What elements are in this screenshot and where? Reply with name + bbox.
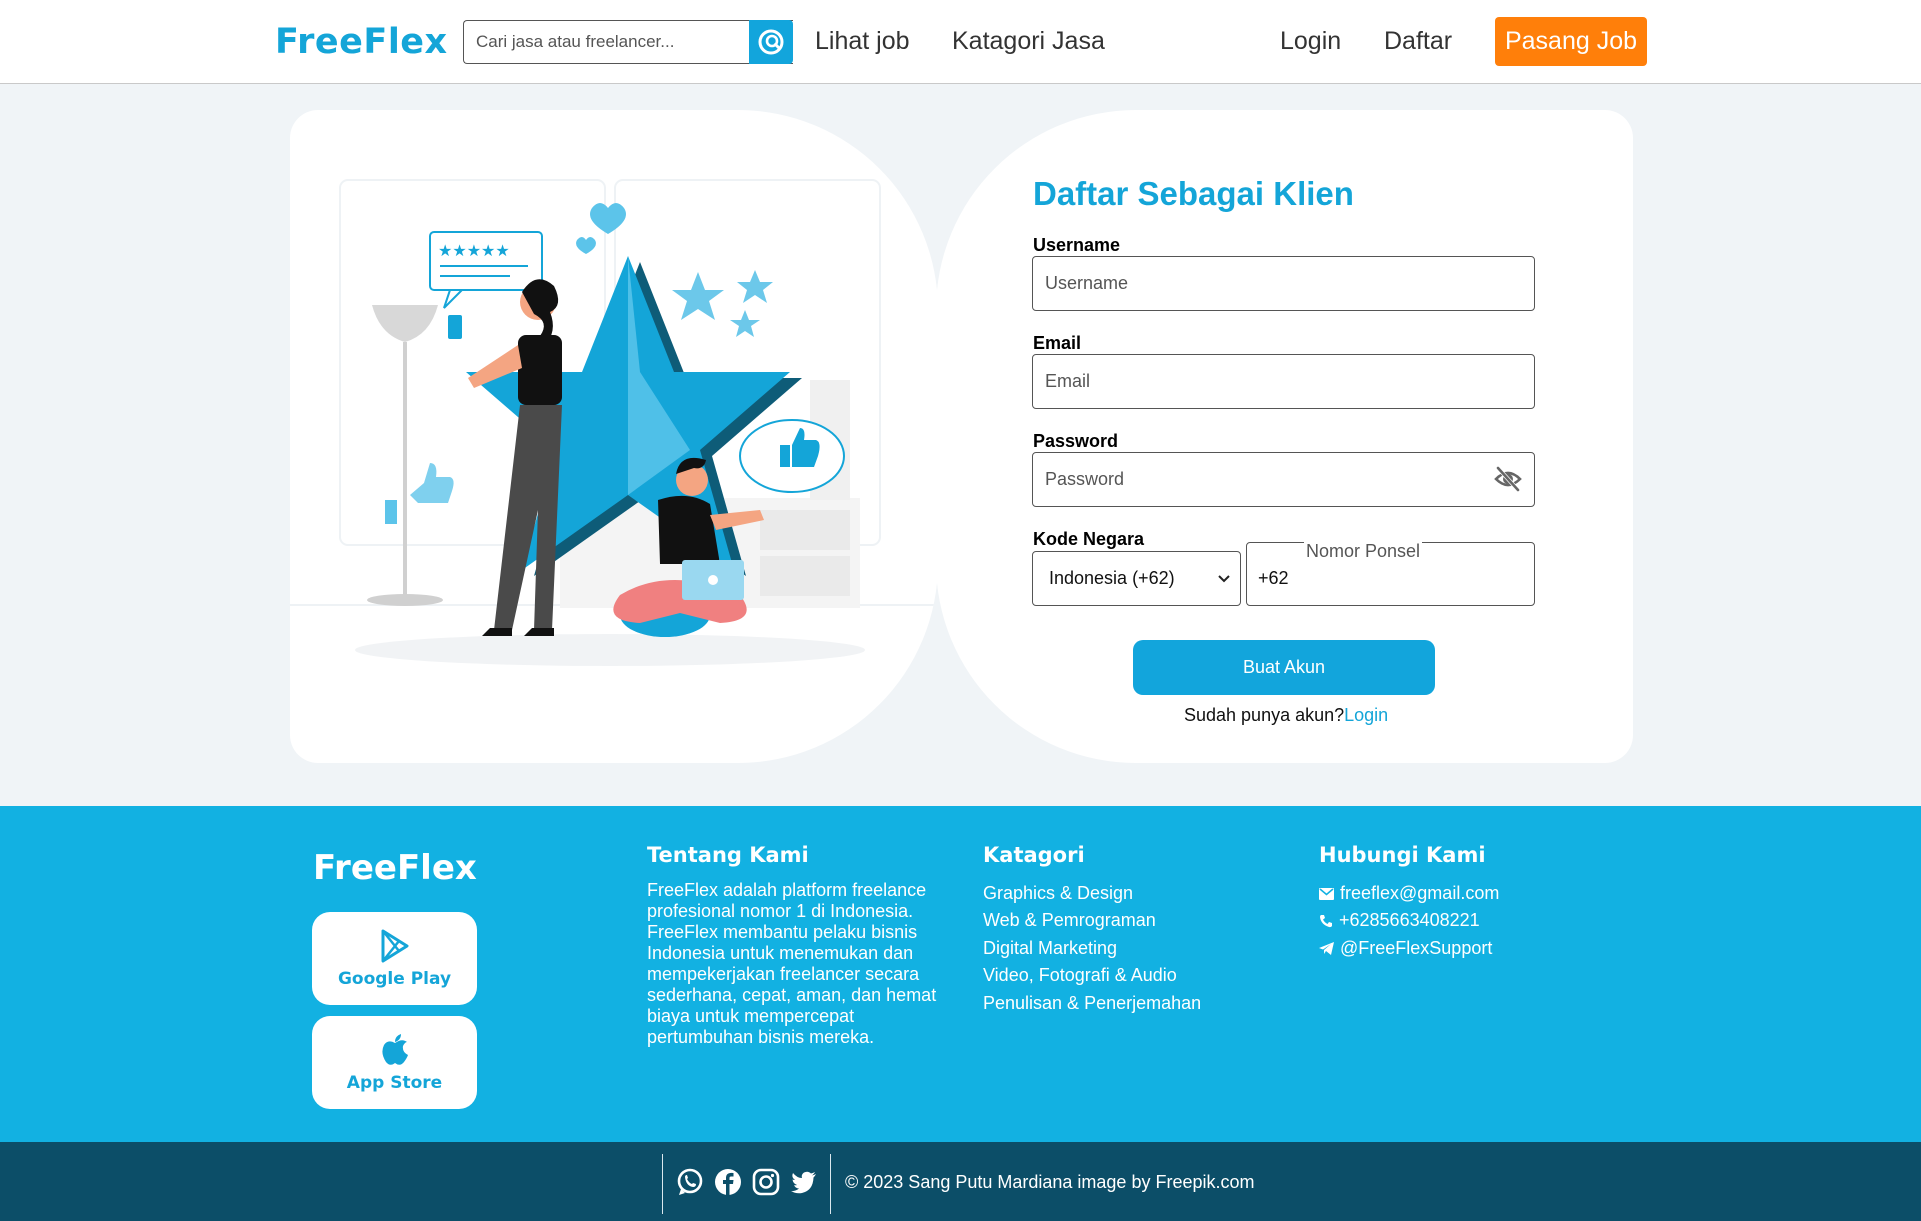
category-link[interactable]: Graphics & Design	[983, 883, 1133, 904]
post-job-button[interactable]: Pasang Job	[1495, 17, 1647, 66]
login-prompt-text: Sudah punya akun?	[1184, 705, 1345, 725]
brand-logo[interactable]: FreeFlex	[275, 22, 448, 62]
category-link[interactable]: Web & Pemrograman	[983, 910, 1156, 931]
form-title: Daftar Sebagai Klien	[1033, 175, 1354, 212]
footer: FreeFlex Google Play App Store Tentang K…	[0, 806, 1921, 1142]
search-icon	[758, 29, 784, 55]
nav-login[interactable]: Login	[1280, 27, 1341, 56]
app-store-label: App Store	[346, 1072, 443, 1093]
star-review-illustration: ★★★★★	[290, 179, 938, 666]
svg-text:★★★★★: ★★★★★	[438, 241, 510, 260]
contact-telegram-text: @FreeFlexSupport	[1340, 938, 1493, 958]
login-link[interactable]: Login	[1344, 705, 1388, 725]
username-label: Username	[1033, 235, 1121, 255]
create-account-button[interactable]: Buat Akun	[1133, 640, 1435, 695]
mail-icon	[1319, 887, 1334, 900]
apple-icon	[381, 1033, 408, 1065]
category-link[interactable]: Video, Fotografi & Audio	[983, 965, 1177, 986]
instagram-icon[interactable]	[752, 1168, 780, 1196]
password-input[interactable]	[1032, 452, 1535, 507]
phone-icon	[1320, 914, 1332, 927]
nav-categories[interactable]: Katagori Jasa	[952, 27, 1105, 56]
about-text: FreeFlex adalah platform freelance profe…	[647, 880, 937, 1047]
top-navbar: FreeFlex Lihat job Katagori Jasa Login D…	[0, 0, 1921, 84]
username-input[interactable]	[1032, 256, 1535, 311]
password-label: Password	[1033, 431, 1119, 451]
login-prompt: Sudah punya akun?Login	[1184, 705, 1388, 726]
footer-logo: FreeFlex	[313, 848, 477, 888]
whatsapp-icon[interactable]	[676, 1168, 704, 1196]
email-input[interactable]	[1032, 354, 1535, 409]
email-label: Email	[1033, 333, 1082, 353]
google-play-icon	[381, 929, 408, 962]
illustration-card: ★★★★★	[290, 110, 938, 763]
divider	[830, 1154, 831, 1214]
contact-email[interactable]: freeflex@gmail.com	[1319, 883, 1499, 904]
nav-register[interactable]: Daftar	[1384, 27, 1452, 56]
divider	[662, 1154, 663, 1214]
category-link[interactable]: Digital Marketing	[983, 938, 1117, 959]
app-store-button[interactable]: App Store	[312, 1016, 477, 1109]
facebook-icon[interactable]	[714, 1168, 742, 1196]
contact-telegram[interactable]: @FreeFlexSupport	[1319, 938, 1492, 959]
eye-off-icon[interactable]	[1493, 464, 1523, 494]
search-input[interactable]	[463, 20, 793, 64]
telegram-icon	[1319, 942, 1334, 955]
nav-browse-jobs[interactable]: Lihat job	[815, 27, 910, 56]
contact-heading: Hubungi Kami	[1319, 843, 1486, 867]
contact-email-text: freeflex@gmail.com	[1340, 883, 1500, 903]
twitter-icon[interactable]	[790, 1168, 818, 1196]
category-link[interactable]: Penulisan & Penerjemahan	[983, 993, 1201, 1014]
google-play-button[interactable]: Google Play	[312, 912, 477, 1005]
chevron-down-icon	[1218, 574, 1230, 582]
copyright-text: © 2023 Sang Putu Mardiana image by Freep…	[845, 1172, 1255, 1192]
bottom-bar: © 2023 Sang Putu Mardiana image by Freep…	[0, 1142, 1921, 1221]
categories-heading: Katagori	[983, 843, 1085, 867]
phone-number-value[interactable]: +62	[1258, 568, 1289, 589]
country-code-select[interactable]: Indonesia (+62)	[1032, 551, 1241, 606]
contact-phone[interactable]: +6285663408221	[1319, 910, 1480, 931]
google-play-label: Google Play	[337, 968, 452, 989]
search-button[interactable]	[749, 20, 793, 64]
contact-phone-text: +6285663408221	[1339, 910, 1480, 930]
phone-number-legend: Nomor Ponsel	[1304, 541, 1423, 562]
country-code-label: Kode Negara	[1033, 529, 1145, 549]
about-heading: Tentang Kami	[647, 843, 809, 867]
country-code-value: Indonesia (+62)	[1049, 568, 1175, 588]
